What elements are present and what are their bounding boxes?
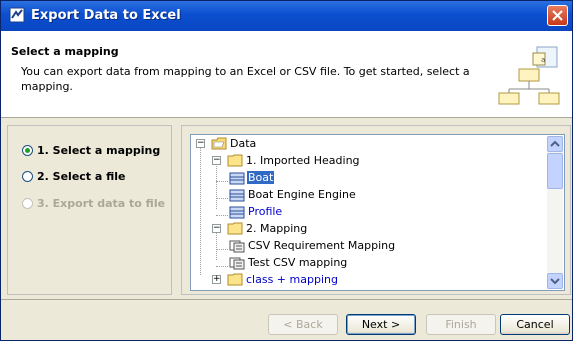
cancel-button[interactable]: Cancel: [500, 314, 570, 335]
tree-node-boat[interactable]: Boat: [247, 169, 275, 186]
mapping-tree[interactable]: − Data − 1. Imported Heading Boat Boat E…: [190, 134, 565, 291]
export-dialog: Export Data to Excel Select a mapping Yo…: [0, 0, 573, 341]
tree-connector: [216, 198, 228, 200]
tree-connector: [216, 249, 228, 251]
tree-node-label: 1. Imported Heading: [246, 154, 360, 167]
tree-connector: [216, 181, 228, 183]
tree-connector: [216, 232, 218, 260]
step-label: 3. Export data to file: [37, 197, 166, 210]
tree-node-mapping[interactable]: 2. Mapping: [245, 220, 308, 237]
radio-icon: [22, 198, 33, 209]
tree-connector: [216, 215, 228, 217]
tree-node-class-mapping[interactable]: class + mapping: [245, 271, 339, 288]
step-select-mapping[interactable]: 1. Select a mapping: [22, 144, 160, 157]
tree-connector: [200, 148, 202, 275]
chevron-down-icon: [550, 278, 560, 285]
step-label: 1. Select a mapping: [37, 144, 161, 157]
tree-node-label: class + mapping: [246, 273, 338, 286]
class-icon: [229, 172, 245, 185]
tree-node-label: Profile: [248, 205, 283, 218]
tree-node-label: Data: [230, 137, 257, 150]
collapse-toggle[interactable]: −: [196, 139, 205, 148]
tree-node-label: Test CSV mapping: [248, 256, 348, 269]
tree-connector: [216, 266, 228, 268]
collapse-toggle[interactable]: −: [212, 224, 221, 233]
tree-node-imported-heading[interactable]: 1. Imported Heading: [245, 152, 361, 169]
tree-node-label: CSV Requirement Mapping: [248, 239, 396, 252]
mapping-icon: [229, 257, 245, 270]
svg-text:a: a: [541, 56, 545, 64]
class-icon: [229, 206, 245, 219]
collapse-toggle[interactable]: −: [212, 156, 221, 165]
step-select-file[interactable]: 2. Select a file: [22, 170, 126, 183]
data-folder-icon: [211, 137, 227, 150]
close-icon: [552, 10, 563, 21]
mapping-icon: [229, 240, 245, 253]
step-label: 2. Select a file: [37, 170, 126, 183]
excel-export-icon: [9, 7, 25, 23]
header-title: Select a mapping: [11, 45, 119, 58]
tree-connector: [216, 164, 218, 209]
tree-node-label: 2. Mapping: [246, 222, 308, 235]
close-button[interactable]: [547, 5, 568, 26]
tree-node-boat-engine[interactable]: Boat Engine Engine: [247, 186, 357, 203]
folder-icon: [227, 222, 243, 235]
radio-icon: [22, 171, 33, 182]
tree-node-test-csv-mapping[interactable]: Test CSV mapping: [247, 254, 348, 271]
scroll-down-button[interactable]: [547, 273, 563, 289]
folder-icon: [227, 154, 243, 167]
radio-icon: [22, 145, 33, 156]
scroll-thumb[interactable]: [547, 153, 563, 189]
chevron-up-icon: [550, 140, 560, 147]
expand-toggle[interactable]: +: [212, 275, 221, 284]
tree-node-profile[interactable]: Profile: [247, 203, 283, 220]
wizard-steps-panel: 1. Select a mapping 2. Select a file 3. …: [7, 125, 172, 295]
window-title: Export Data to Excel: [31, 8, 181, 23]
scroll-up-button[interactable]: [547, 136, 563, 152]
tree-node-csv-requirement-mapping[interactable]: CSV Requirement Mapping: [247, 237, 396, 254]
tree-node-label: Boat: [247, 171, 275, 184]
wizard-header: Select a mapping You can export data fro…: [1, 31, 572, 118]
class-icon: [229, 189, 245, 202]
title-bar[interactable]: Export Data to Excel: [1, 1, 572, 31]
next-button[interactable]: Next >: [346, 314, 416, 335]
step-export-data: 3. Export data to file: [22, 197, 165, 210]
tree-node-data[interactable]: Data: [229, 135, 257, 152]
folder-icon: [227, 273, 243, 286]
back-button[interactable]: < Back: [268, 314, 338, 335]
mapping-diagram-icon: a: [498, 46, 560, 105]
tree-scrollbar[interactable]: [547, 136, 563, 289]
tree-node-label: Boat Engine Engine: [248, 188, 356, 201]
button-bar: < Back Next > Finish Cancel: [1, 299, 572, 340]
mapping-content-panel: − Data − 1. Imported Heading Boat Boat E…: [181, 125, 571, 295]
finish-button[interactable]: Finish: [426, 314, 496, 335]
header-description: You can export data from mapping to an E…: [21, 65, 470, 93]
